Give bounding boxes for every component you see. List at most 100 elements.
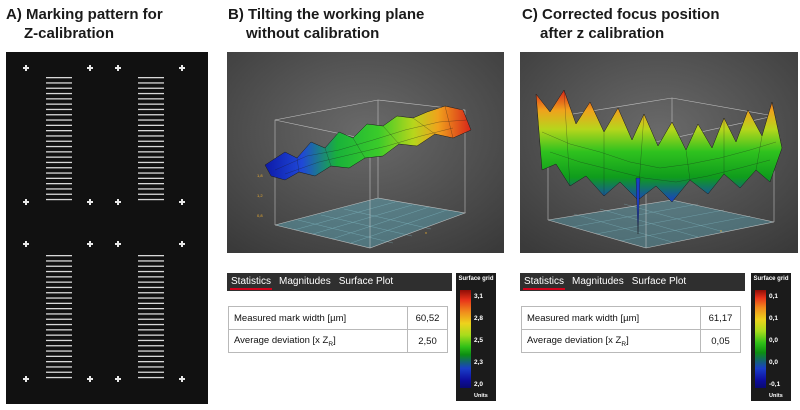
average-deviation-label: Average deviation [x ZR]: [228, 329, 408, 353]
marking-line: [46, 177, 72, 179]
surface-plot-uncalibrated-graphic: 0,8 1,2 1,8 x: [227, 52, 504, 253]
marking-line: [138, 198, 164, 201]
marking-line: [46, 334, 72, 336]
marking-line: [46, 292, 72, 294]
marking-line: [138, 177, 164, 179]
marking-line: [46, 193, 72, 195]
tab-statistics[interactable]: Statistics: [520, 273, 568, 291]
marking-line: [46, 276, 72, 278]
marking-line: [138, 260, 164, 262]
marking-line: [46, 308, 72, 310]
legend-color-bar: [460, 290, 471, 388]
marking-line: [46, 172, 72, 174]
marking-line: [46, 108, 72, 111]
marking-line: [138, 292, 164, 294]
marking-line: [46, 82, 72, 84]
alignment-cross-mark: [87, 65, 93, 71]
legend-tick-label: 0,0: [769, 337, 779, 344]
legend-units: Units: [474, 393, 488, 399]
marking-line: [138, 255, 164, 257]
mark-width-value: 61,17: [700, 306, 741, 330]
table-row: Average deviation [x ZR] 0,05: [521, 329, 741, 353]
marking-pattern-graphic: [23, 65, 185, 382]
marking-line: [138, 355, 164, 357]
marking-line: [138, 161, 164, 164]
marking-line: [46, 318, 72, 320]
alignment-cross-mark: [87, 376, 93, 382]
marking-line: [46, 376, 72, 379]
marking-line: [138, 329, 164, 331]
marking-line: [138, 92, 164, 95]
marking-pattern-image: [6, 52, 208, 404]
average-deviation-value: 2,50: [407, 329, 448, 353]
tab-surface-plot[interactable]: Surface Plot: [628, 273, 690, 291]
surface-plot-calibrated: x: [520, 52, 798, 253]
marking-line: [138, 281, 164, 283]
tabbar-calibrated: Statistics Magnitudes Surface Plot: [520, 273, 745, 291]
marking-line: [46, 265, 72, 267]
marking-line: [138, 103, 164, 105]
svg-text:x: x: [425, 230, 427, 235]
marking-line: [46, 140, 72, 142]
alignment-cross-mark: [115, 241, 121, 247]
marking-line: [46, 114, 72, 116]
marking-line: [46, 366, 72, 368]
marking-line: [138, 140, 164, 142]
marking-line: [138, 151, 164, 153]
marking-line: [138, 302, 164, 304]
tab-magnitudes[interactable]: Magnitudes: [275, 273, 335, 291]
statistics-table-uncalibrated: Measured mark width [µm] 60,52 Average d…: [228, 306, 448, 353]
panel-b-title: B) Tilting the working plane without cal…: [228, 6, 425, 42]
marking-line: [138, 366, 164, 368]
marking-line: [138, 188, 164, 190]
marking-line: [46, 130, 72, 132]
tab-statistics[interactable]: Statistics: [227, 273, 275, 291]
marking-line: [46, 98, 72, 100]
surface-grid-legend-uncalibrated: Surface grid 3,1 2,8 2,5 2,3 2,0 Units: [456, 273, 496, 401]
marking-line: [46, 87, 72, 89]
tab-magnitudes[interactable]: Magnitudes: [568, 273, 628, 291]
marking-line: [46, 145, 72, 148]
legend-tick-label: 2,5: [474, 337, 484, 344]
marking-line: [138, 108, 164, 111]
marking-line: [46, 124, 72, 126]
marking-line: [46, 286, 72, 289]
alignment-cross-mark: [23, 376, 29, 382]
marking-line: [138, 98, 164, 100]
marking-line: [138, 193, 164, 195]
marking-line: [138, 87, 164, 89]
marking-line: [46, 339, 72, 342]
marking-line: [138, 77, 164, 79]
mark-width-label: Measured mark width [µm]: [228, 306, 408, 330]
marking-line: [46, 135, 72, 137]
marking-line: [46, 297, 72, 299]
marking-line: [138, 145, 164, 148]
legend-tick-label: -0,1: [769, 381, 781, 388]
marking-line: [138, 350, 164, 352]
marking-line: [138, 376, 164, 379]
statistics-table-calibrated: Measured mark width [µm] 61,17 Average d…: [521, 306, 741, 353]
marking-line: [46, 345, 72, 347]
marking-line: [138, 124, 164, 126]
tab-surface-plot[interactable]: Surface Plot: [335, 273, 397, 291]
marking-line: [138, 339, 164, 342]
legend-tick-label: 2,8: [474, 315, 484, 322]
marking-line: [46, 302, 72, 304]
marking-line: [138, 114, 164, 116]
marking-line: [138, 313, 164, 315]
alignment-cross-mark: [23, 65, 29, 71]
svg-text:0,8: 0,8: [257, 213, 263, 218]
alignment-cross-mark: [179, 65, 185, 71]
marking-line: [138, 276, 164, 278]
marking-line: [138, 345, 164, 347]
alignment-cross-mark: [179, 199, 185, 205]
legend-tick-label: 2,3: [474, 359, 484, 366]
marking-line: [138, 334, 164, 336]
table-row: Average deviation [x ZR] 2,50: [228, 329, 448, 353]
marking-line: [138, 156, 164, 158]
panel-c-title: C) Corrected focus position after z cali…: [522, 6, 720, 42]
svg-text:x: x: [720, 228, 722, 233]
marking-line: [46, 156, 72, 158]
legend-units: Units: [769, 393, 783, 399]
legend-title: Surface grid: [458, 276, 494, 282]
